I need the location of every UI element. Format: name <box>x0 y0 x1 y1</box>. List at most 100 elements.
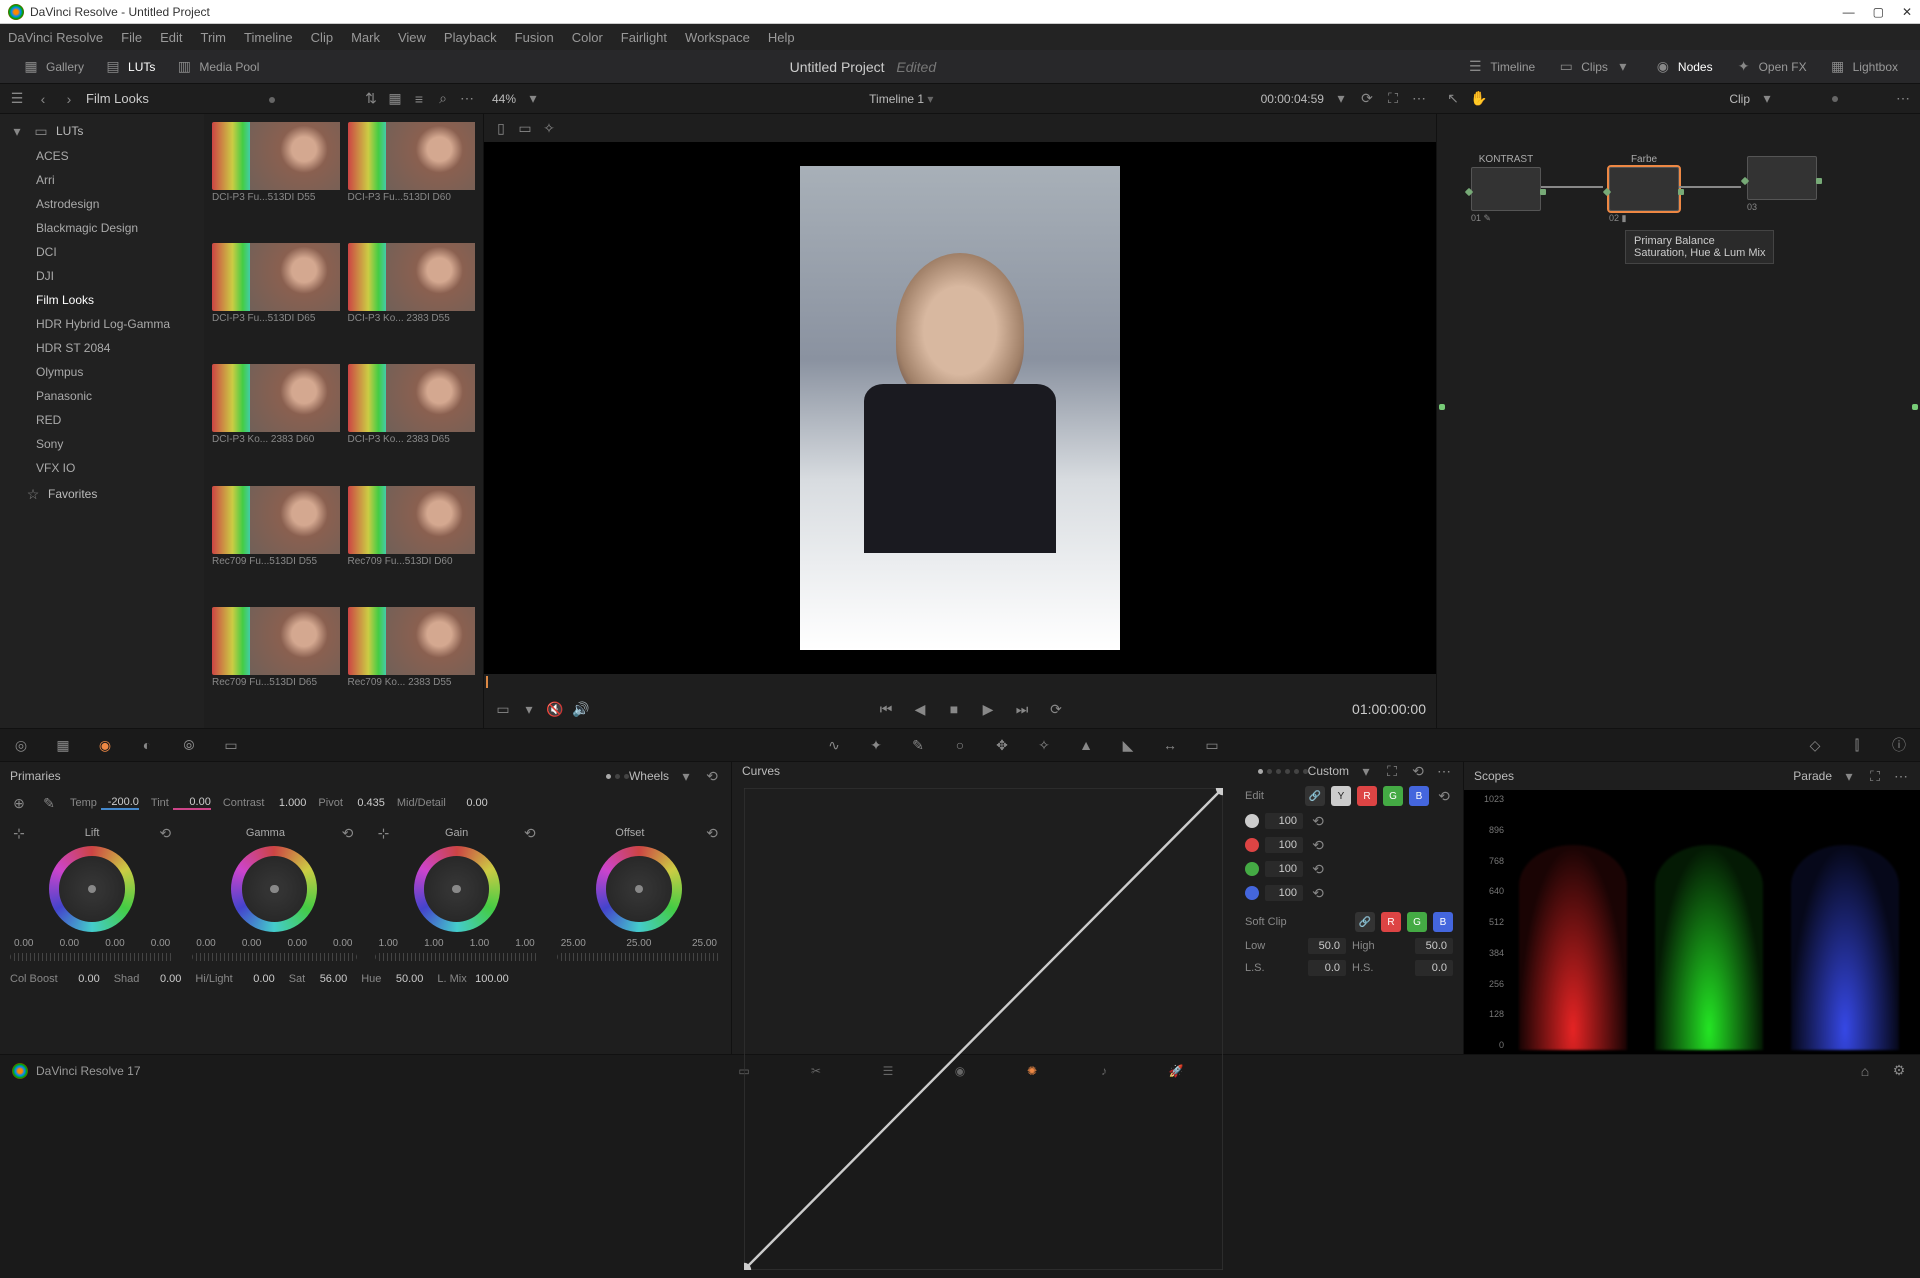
menu-view[interactable]: View <box>398 30 426 45</box>
openfx-button[interactable]: ✦Open FX <box>1725 54 1817 80</box>
list-toggle-icon[interactable]: ☰ <box>8 90 26 108</box>
transport-timecode[interactable]: 01:00:00:00 <box>1352 701 1426 717</box>
back-icon[interactable]: ‹ <box>34 90 52 108</box>
timeline-button[interactable]: ☰Timeline <box>1456 54 1545 80</box>
menu-trim[interactable]: Trim <box>201 30 227 45</box>
b-channel[interactable]: B <box>1433 912 1453 932</box>
pivot-value[interactable]: 0.435 <box>347 797 385 809</box>
chevron-down-icon[interactable]: ▾ <box>520 700 538 718</box>
hue-value[interactable]: 50.00 <box>385 973 423 985</box>
close-button[interactable]: ✕ <box>1902 5 1912 19</box>
reset-icon[interactable]: ⟲ <box>1409 762 1427 780</box>
scopes-mode[interactable]: Parade <box>1793 769 1832 783</box>
bypass-icon[interactable]: ⟳ <box>1358 90 1376 108</box>
play-icon[interactable]: ▶ <box>979 700 997 718</box>
lut-item[interactable]: Panasonic <box>0 384 204 408</box>
home-icon[interactable]: ⌂ <box>1856 1062 1874 1080</box>
more-icon[interactable]: ⋯ <box>458 90 476 108</box>
link-icon[interactable]: 🔗 <box>1355 912 1375 932</box>
camera-raw-icon[interactable]: ◎ <box>12 736 30 754</box>
timeline-name[interactable]: Timeline 1 ▾ <box>869 92 933 106</box>
y-channel[interactable]: Y <box>1331 786 1351 806</box>
curve-editor[interactable] <box>732 780 1235 1278</box>
splith-icon[interactable]: ▭ <box>516 119 534 137</box>
reset-icon[interactable]: ⟲ <box>339 824 357 842</box>
lut-item[interactable]: Sony <box>0 432 204 456</box>
search-icon[interactable]: ⌕ <box>434 90 452 108</box>
tracker-icon[interactable]: ✥ <box>993 736 1011 754</box>
menu-fairlight[interactable]: Fairlight <box>621 30 667 45</box>
lut-thumb[interactable]: Rec709 Ko... 2383 D55 <box>348 607 476 720</box>
speaker-icon[interactable]: 🔊 <box>572 700 590 718</box>
menu-help[interactable]: Help <box>768 30 795 45</box>
reset-icon[interactable]: ⟲ <box>1309 812 1327 830</box>
sat-value[interactable]: 56.00 <box>309 973 347 985</box>
lut-item[interactable]: Olympus <box>0 360 204 384</box>
viewer[interactable] <box>484 142 1436 674</box>
temp-value[interactable]: -200.0 <box>101 796 139 810</box>
rgbmixer-icon[interactable]: ⦾ <box>180 736 198 754</box>
lut-item[interactable]: HDR Hybrid Log-Gamma <box>0 312 204 336</box>
pointer-icon[interactable]: ↖ <box>1444 90 1462 108</box>
softclip-ls[interactable]: 0.0 <box>1308 960 1346 976</box>
node[interactable]: 03 <box>1743 154 1821 214</box>
info-icon[interactable]: ⓘ <box>1890 736 1908 754</box>
lmix-value[interactable]: 100.00 <box>471 973 509 985</box>
softclip-low[interactable]: 50.0 <box>1308 938 1346 954</box>
offset-wheel[interactable]: Offset⟲ 25.0025.0025.00 <box>557 824 721 961</box>
lift-wheel[interactable]: ⊹Lift⟲ 0.000.000.000.00 <box>10 824 174 961</box>
first-frame-icon[interactable]: ⏮ <box>877 700 895 718</box>
maximize-button[interactable]: ▢ <box>1873 5 1884 19</box>
magic-icon[interactable]: ✧ <box>1035 736 1053 754</box>
reset-icon[interactable]: ⟲ <box>156 824 174 842</box>
chevron-down-icon[interactable]: ▾ <box>1840 767 1858 785</box>
menu-workspace[interactable]: Workspace <box>685 30 750 45</box>
lut-thumb[interactable]: Rec709 Fu...513DI D65 <box>212 607 340 720</box>
lut-item[interactable]: Blackmagic Design <box>0 216 204 240</box>
lut-thumb[interactable]: Rec709 Fu...513DI D55 <box>212 486 340 599</box>
lut-item[interactable]: DCI <box>0 240 204 264</box>
chevron-down-icon[interactable]: ▾ <box>524 90 542 108</box>
menu-edit[interactable]: Edit <box>160 30 182 45</box>
gamma-wheel[interactable]: Gamma⟲ 0.000.000.000.00 <box>192 824 356 961</box>
lut-item[interactable]: RED <box>0 408 204 432</box>
luts-button[interactable]: ▤LUTs <box>94 54 165 80</box>
lightbox-button[interactable]: ▦Lightbox <box>1819 54 1908 80</box>
menu-timeline[interactable]: Timeline <box>244 30 293 45</box>
motion-icon[interactable]: ▭ <box>222 736 240 754</box>
link-icon[interactable]: 🔗 <box>1305 786 1325 806</box>
unmix-icon[interactable]: ▭ <box>494 700 512 718</box>
highlight-icon[interactable]: ✧ <box>540 119 558 137</box>
chevron-down-icon[interactable]: ▾ <box>1332 90 1350 108</box>
colorwheels-icon[interactable]: ◉ <box>96 736 114 754</box>
lut-thumb[interactable]: DCI-P3 Fu...513DI D60 <box>348 122 476 235</box>
channel-val[interactable]: 100 <box>1265 861 1303 877</box>
warper-icon[interactable]: ✦ <box>867 736 885 754</box>
window-icon[interactable]: ○ <box>951 736 969 754</box>
more-icon[interactable]: ⋯ <box>1894 90 1912 108</box>
picker-icon[interactable]: ⊹ <box>375 824 393 842</box>
chevron-down-icon[interactable]: ▾ <box>1758 90 1776 108</box>
settings-icon[interactable]: ⚙ <box>1890 1062 1908 1080</box>
chevron-down-icon[interactable]: ▾ <box>1357 762 1375 780</box>
key-icon[interactable]: ◣ <box>1119 736 1137 754</box>
softclip-high[interactable]: 50.0 <box>1415 938 1453 954</box>
forward-icon[interactable]: › <box>60 90 78 108</box>
g-channel[interactable]: G <box>1407 912 1427 932</box>
step-back-icon[interactable]: ◀ <box>911 700 929 718</box>
lut-tree-root[interactable]: ▾ ▭ LUTs <box>0 118 204 144</box>
lut-thumb[interactable]: DCI-P3 Ko... 2383 D55 <box>348 243 476 356</box>
lut-item[interactable]: HDR ST 2084 <box>0 336 204 360</box>
lut-thumb[interactable]: DCI-P3 Fu...513DI D55 <box>212 122 340 235</box>
channel-val[interactable]: 100 <box>1265 837 1303 853</box>
colorchecker-icon[interactable]: ▦ <box>54 736 72 754</box>
node[interactable]: KONTRAST 01 ✎ <box>1467 154 1545 226</box>
r-channel[interactable]: R <box>1357 786 1377 806</box>
blur-icon[interactable]: ▲ <box>1077 736 1095 754</box>
picker-icon[interactable]: ✎ <box>40 794 58 812</box>
reset-icon[interactable]: ⟲ <box>521 824 539 842</box>
lut-item[interactable]: DJI <box>0 264 204 288</box>
stop-icon[interactable]: ■ <box>945 700 963 718</box>
lut-thumb[interactable]: DCI-P3 Ko... 2383 D65 <box>348 364 476 477</box>
primaries-mode[interactable]: Wheels <box>629 769 669 783</box>
